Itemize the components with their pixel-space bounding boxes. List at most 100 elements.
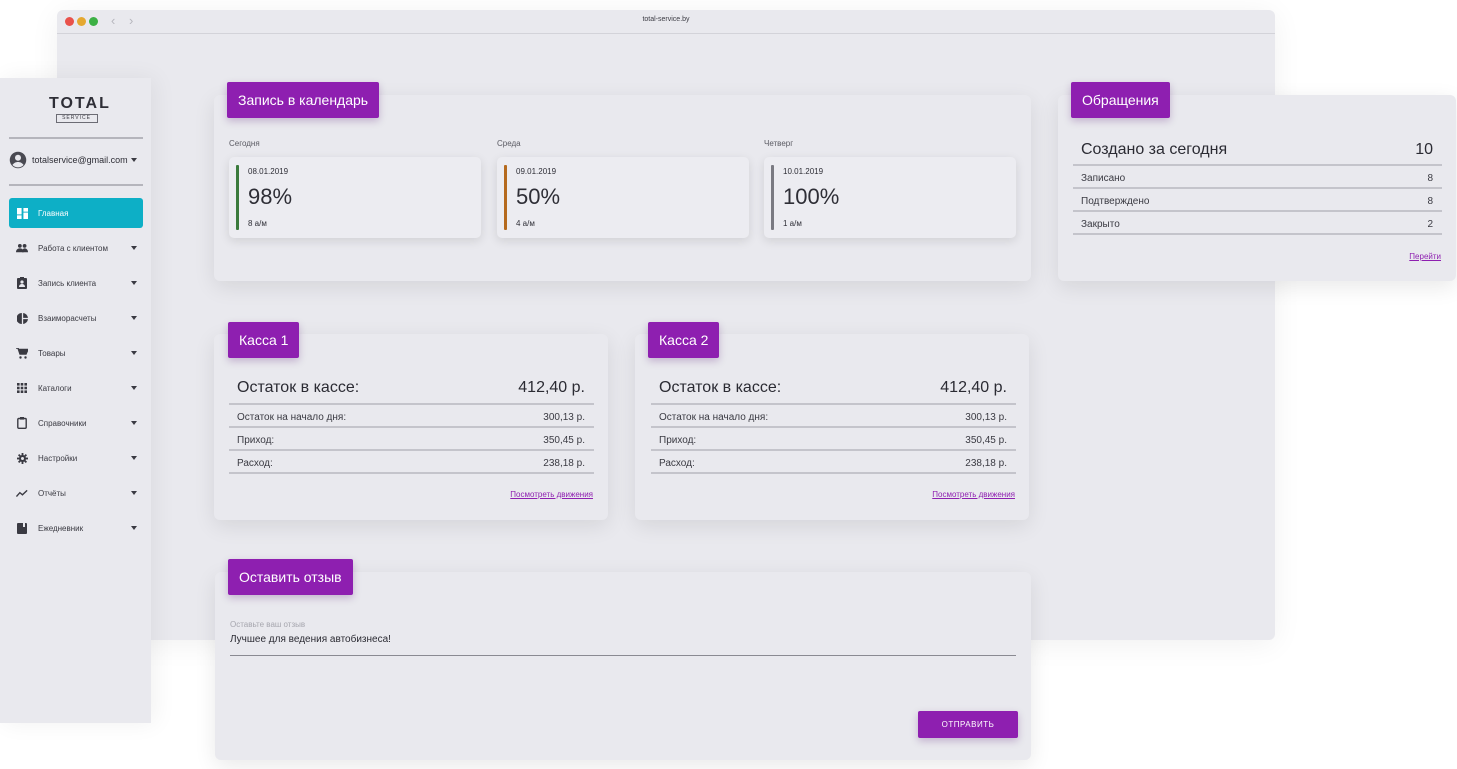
row-label: Приход: [237,434,275,446]
gear-icon [16,452,28,464]
sidebar-item-clients[interactable]: Работа с клиентом [9,233,143,263]
divider [1073,233,1442,235]
send-button[interactable]: ОТПРАВИТЬ [918,711,1018,738]
cash-row: Остаток на начало дня: 300,13 р. [237,409,585,425]
sidebar-item-catalogs[interactable]: Каталоги [9,373,143,403]
requests-total-row: Создано за сегодня 10 [1081,139,1433,161]
divider [1073,210,1442,212]
divider [651,426,1016,428]
chevron-down-icon [131,491,137,495]
cash-balance-row: Остаток в кассе: 412,40 р. [237,377,585,399]
feedback-input[interactable]: Лучшее для ведения автобизнеса! [230,634,1016,656]
day-label: Сегодня [229,139,260,148]
cash-row: Расход: 238,18 р. [659,455,1007,471]
sidebar-item-label: Отчёты [38,488,66,498]
sidebar-item-goods[interactable]: Товары [9,338,143,368]
url-bar[interactable]: total-service.by [57,16,1275,23]
cash-card-1-title: Касса 1 [228,322,300,358]
account-email: totalservice@gmail.com [32,155,128,165]
sidebar-item-planner[interactable]: Ежедневник [9,513,143,543]
row-label: Остаток на начало дня: [237,411,347,423]
cash-card-1: Остаток в кассе: 412,40 р. Остаток на на… [214,334,608,520]
divider [229,426,594,428]
load-indicator [504,165,507,230]
row-label: Остаток на начало дня: [659,411,769,423]
chevron-down-icon [131,246,137,250]
calendar-card: Сегодня 08.01.2019 98% 8 а/м Среда 09.01… [214,95,1031,281]
logo[interactable]: TOTAL SERVICE [49,95,111,126]
account-selector[interactable]: totalservice@gmail.com [9,151,143,169]
sidebar-item-reports[interactable]: Отчёты [9,478,143,508]
chevron-down-icon [131,456,137,460]
row-label: Подтверждено [1081,195,1150,207]
sidebar-item-home[interactable]: Главная [9,198,143,228]
requests-row: Закрыто 2 [1081,216,1433,232]
grid-icon [16,382,28,394]
day-count: 1 а/м [783,219,802,228]
row-label: Закрыто [1081,218,1120,230]
sidebar-item-client-booking[interactable]: Запись клиента [9,268,143,298]
chevron-down-icon [131,421,137,425]
sidebar-item-references[interactable]: Справочники [9,408,143,438]
chevron-down-icon [131,281,137,285]
trend-icon [16,487,28,499]
requests-card-title: Обращения [1071,82,1170,118]
logo-text: TOTAL [49,95,111,112]
go-link[interactable]: Перейти [1409,252,1441,261]
chevron-down-icon [131,316,137,320]
row-value: 238,18 р. [543,457,585,469]
view-movements-link[interactable]: Посмотреть движения [932,490,1015,499]
divider [651,472,1016,474]
day-count: 8 а/м [248,219,267,228]
chevron-down-icon [131,351,137,355]
sidebar: TOTAL SERVICE totalservice@gmail.com Гла… [0,78,151,723]
chevron-down-icon [131,386,137,390]
day-card-wednesday[interactable]: 09.01.2019 50% 4 а/м [497,157,749,238]
load-indicator [771,165,774,230]
row-value: 2 [1427,218,1433,230]
divider [1073,187,1442,189]
feedback-card: Оставьте ваш отзыв Лучшее для ведения ав… [215,572,1031,760]
day-card-thursday[interactable]: 10.01.2019 100% 1 а/м [764,157,1016,238]
clipboard-icon [16,277,28,289]
requests-total-value: 10 [1415,141,1433,158]
day-count: 4 а/м [516,219,535,228]
day-percent: 100% [783,184,840,209]
row-value: 350,45 р. [965,434,1007,446]
row-value: 300,13 р. [543,411,585,423]
sidebar-item-label: Взаиморасчеты [38,313,97,323]
sidebar-item-label: Справочники [38,418,87,428]
divider [651,403,1016,405]
row-value: 8 [1427,172,1433,184]
title-bar: ‹ › total-service.by [57,10,1275,34]
sidebar-item-label: Ежедневник [38,523,84,533]
day-percent: 50% [516,184,561,209]
cash-balance-label: Остаток в кассе: [659,379,782,396]
cash-balance-value: 412,40 р. [940,379,1007,396]
dashboard-icon [16,207,28,219]
feedback-field-label: Оставьте ваш отзыв [230,620,306,629]
cash-card-2-title: Касса 2 [648,322,720,358]
cash-card-2: Остаток в кассе: 412,40 р. Остаток на на… [635,334,1029,520]
sidebar-item-settlements[interactable]: Взаиморасчеты [9,303,143,333]
requests-row: Подтверждено 8 [1081,193,1433,209]
row-value: 238,18 р. [965,457,1007,469]
row-value: 300,13 р. [965,411,1007,423]
row-label: Расход: [659,457,695,469]
cash-row: Остаток на начало дня: 300,13 р. [659,409,1007,425]
sidebar-item-settings[interactable]: Настройки [9,443,143,473]
row-value: 350,45 р. [543,434,585,446]
view-movements-link[interactable]: Посмотреть движения [510,490,593,499]
day-card-today[interactable]: 08.01.2019 98% 8 а/м [229,157,481,238]
cash-balance-value: 412,40 р. [518,379,585,396]
clipboard-outline-icon [16,417,28,429]
divider [229,449,594,451]
sidebar-menu: Главная Работа с клиентом Запись клиента… [9,198,143,548]
logo-subtext: SERVICE [55,114,98,123]
load-indicator [236,165,239,230]
day-percent: 98% [248,184,293,209]
sidebar-item-label: Товары [38,348,66,358]
row-label: Расход: [237,457,273,469]
feedback-card-title: Оставить отзыв [228,559,353,595]
divider [9,184,143,186]
